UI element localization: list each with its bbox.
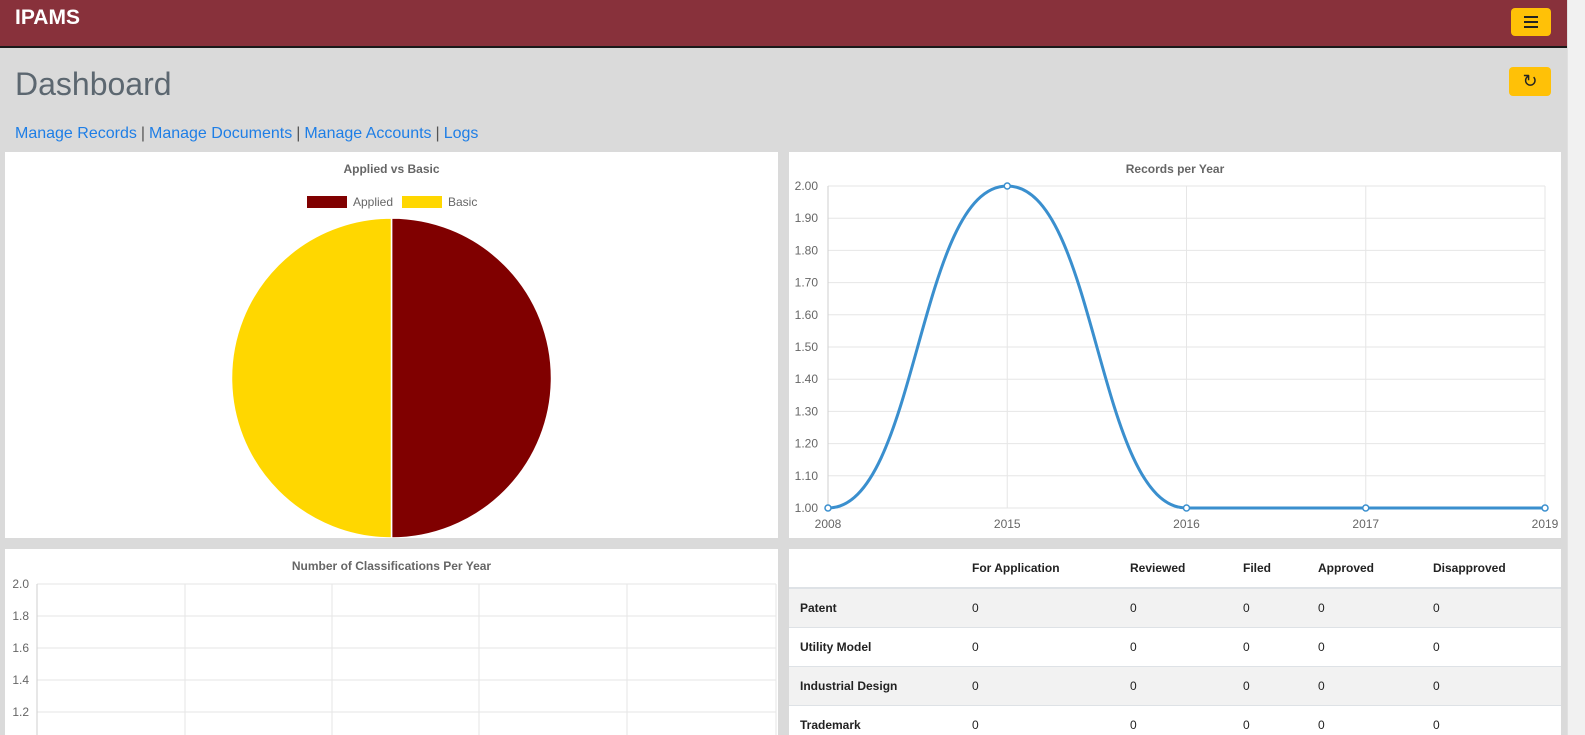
manage-records-link[interactable]: Manage Records [15,125,137,142]
y-tick-label: 1.60 [795,308,819,322]
y-tick-label: 1.00 [795,501,819,515]
pie-slice-basic[interactable] [230,217,393,538]
legend-label-basic[interactable]: Basic [448,195,477,209]
data-point[interactable] [1362,504,1370,512]
table-cell: 0 [972,705,1130,735]
nav-separator: | [140,125,145,142]
legend-label-applied[interactable]: Applied [353,195,393,209]
menu-toggle-button[interactable] [1511,8,1551,36]
column-header: Disapproved [1433,549,1561,589]
table-cell: 0 [972,627,1130,667]
table-cell: 0 [1243,587,1318,628]
breadcrumb-nav: Manage Records | Manage Documents | Manage A… [15,125,478,143]
table-cell: 0 [1433,627,1561,667]
y-tick-label: 1.40 [795,372,819,386]
y-tick-label: 1.50 [795,340,819,354]
table-cell: 0 [1318,587,1433,628]
table-cell: 0 [1318,705,1433,735]
data-point[interactable] [1182,504,1191,512]
nav-separator: | [435,125,440,142]
table-cell: 0 [1318,627,1433,667]
table-row: Patent 0 0 0 0 0 [789,587,1561,628]
column-header: Filed [1243,549,1318,589]
y-tick-label: 1.4 [12,673,29,687]
table-row: Utility Model 0 0 0 0 0 [789,627,1561,667]
page-scrollbar[interactable] [1567,0,1585,735]
table-row: Industrial Design 0 0 0 0 0 [789,666,1561,706]
y-tick-label: 1.30 [795,404,819,418]
column-header: Approved [1318,549,1433,589]
y-tick-label: 1.80 [795,243,819,257]
table-cell: 0 [1130,705,1243,735]
applied-vs-basic-panel: Applied vs Basic Applied Basic [5,152,778,538]
y-tick-label: 1.20 [795,437,819,451]
row-label: Trademark [789,705,972,735]
column-header [789,549,972,589]
y-tick-label: 2.00 [795,179,819,193]
data-point[interactable] [1541,504,1549,512]
legend-swatch-applied[interactable] [307,196,347,208]
logs-link[interactable]: Logs [444,125,479,142]
table-cell: 0 [1318,666,1433,706]
x-tick-label: 2016 [1173,517,1200,531]
top-navbar: IPAMS [0,0,1567,48]
x-tick-label: 2017 [1352,517,1379,531]
page-title: Dashboard [15,66,172,102]
nav-separator: | [296,125,301,142]
legend-swatch-basic[interactable] [402,196,442,208]
refresh-button[interactable]: ↻ [1509,67,1551,96]
table-cell: 0 [1130,587,1243,628]
records-per-year-panel: Records per Year 2.00 1.90 1.80 1.70 1.60 1.5… [789,152,1561,538]
brand-logo[interactable]: IPAMS [15,6,80,30]
row-label: Industrial Design [789,666,972,706]
row-label: Utility Model [789,627,972,667]
line-chart: 2.00 1.90 1.80 1.70 1.60 1.50 1.40 1.30 1.20 1.10… [795,179,1559,531]
status-table: For Application Reviewed Filed Approved Disa… [789,549,1561,735]
table-cell: 0 [1433,666,1561,706]
y-tick-label: 2.0 [12,577,29,591]
column-header: Reviewed [1130,549,1243,589]
y-tick-label: 1.2 [12,705,29,719]
x-tick-label: 2015 [994,517,1021,531]
y-tick-label: 1.70 [795,276,819,290]
manage-documents-link[interactable]: Manage Documents [149,125,292,142]
y-tick-label: 1.90 [795,211,819,225]
y-tick-label: 1.8 [12,609,29,623]
table-cell: 0 [1130,666,1243,706]
y-tick-label: 1.6 [12,641,29,655]
table-cell: 0 [1433,705,1561,735]
pie-chart: Applied Basic [230,195,553,538]
column-header: For Application [972,549,1130,589]
refresh-icon: ↻ [1522,71,1538,91]
table-cell: 0 [1243,705,1318,735]
table-row: Trademark 0 0 0 0 0 [789,705,1561,735]
table-cell: 0 [1433,587,1561,628]
table-cell: 0 [972,666,1130,706]
status-table-panel: For Application Reviewed Filed Approved Disa… [789,549,1561,735]
x-tick-label: 2008 [815,517,842,531]
x-tick-label: 2019 [1532,517,1559,531]
pie-slice-applied[interactable] [390,217,553,538]
y-tick-label: 1.10 [795,469,819,483]
classifications-chart: 2.0 1.8 1.6 1.4 1.2 [12,577,777,735]
table-cell: 0 [1130,627,1243,667]
classifications-panel: Number of Classifications Per Year 2.0 1.… [5,549,778,735]
table-cell: 0 [1243,627,1318,667]
row-label: Patent [789,587,972,628]
table-cell: 0 [1243,666,1318,706]
data-point[interactable] [824,504,832,512]
data-point[interactable] [1003,182,1011,190]
manage-accounts-link[interactable]: Manage Accounts [304,125,431,142]
table-cell: 0 [972,587,1130,628]
